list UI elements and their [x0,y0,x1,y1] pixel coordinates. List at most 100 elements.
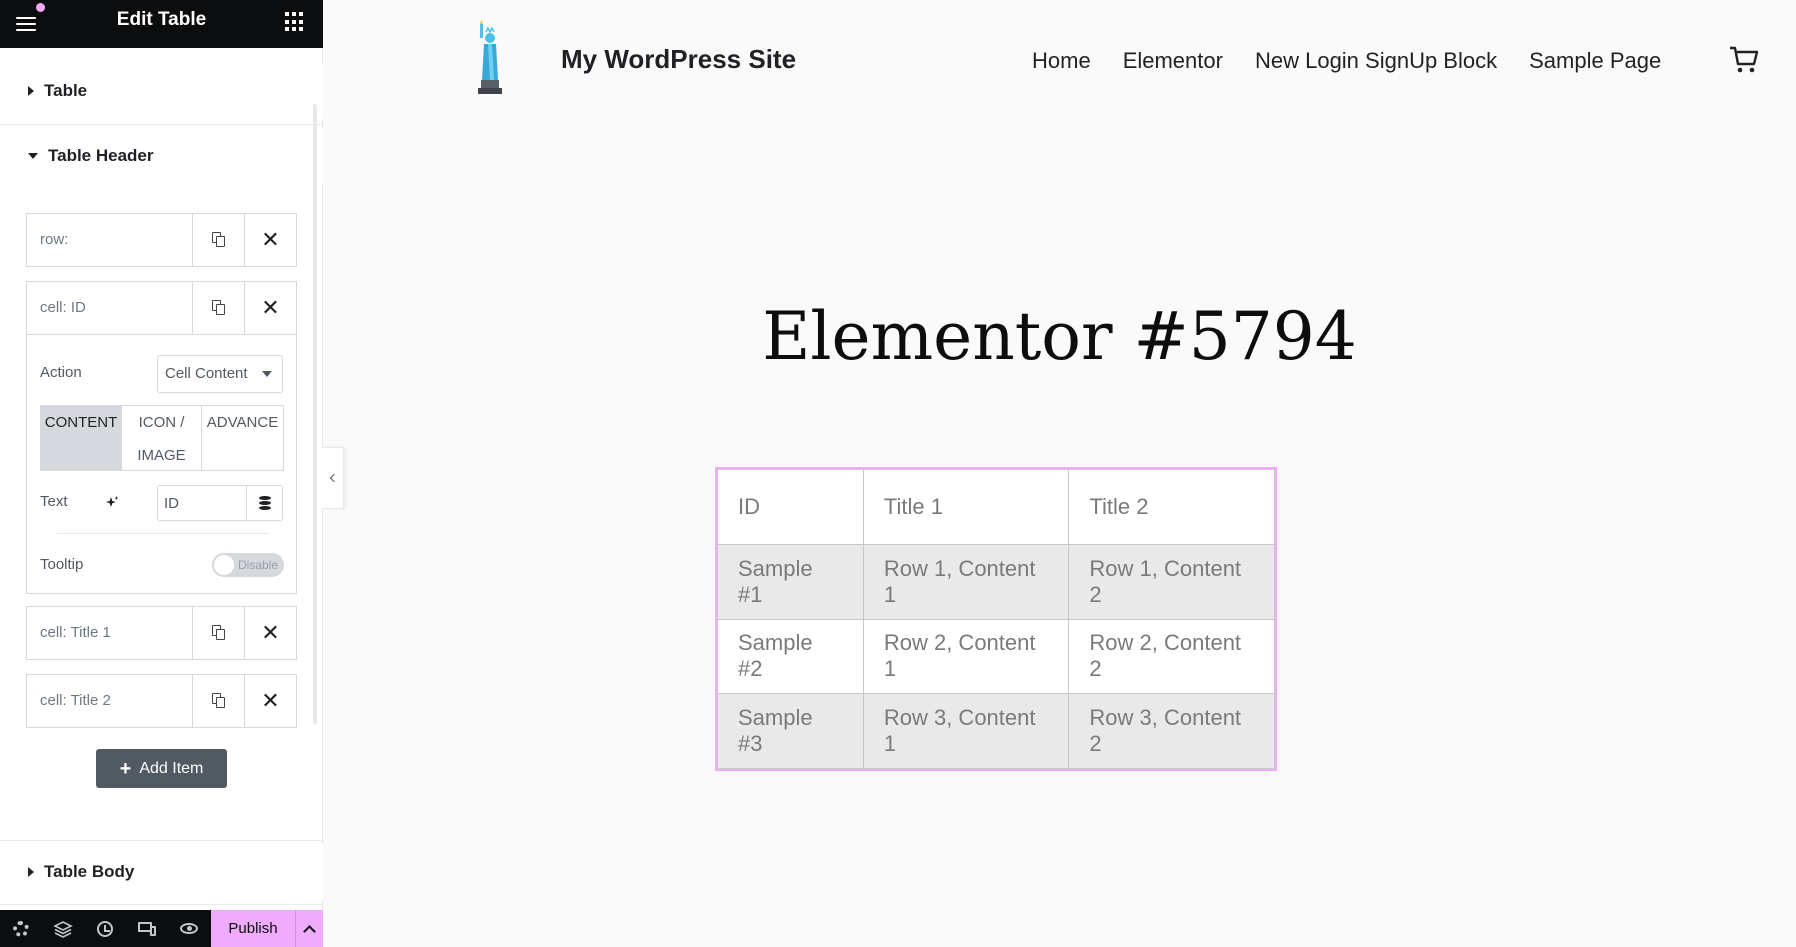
close-icon: ✕ [261,620,280,645]
section-divider [0,124,323,125]
repeater-item-row[interactable]: row: ✕ [26,213,297,267]
caret-down-icon [28,153,38,159]
close-icon: ✕ [261,688,280,713]
section-table-toggle[interactable]: Table [0,63,323,119]
data-table: ID Title 1 Title 2 Sample #1 Row 1, Cont… [717,469,1275,769]
responsive-icon [138,921,156,936]
repeater-item-cell-id[interactable]: cell: ID ✕ [26,281,297,335]
content-tabs: CONTENT ICON / IMAGE ADVANCE [40,405,284,471]
widgets-grid-button[interactable] [285,12,305,32]
tab-icon-image[interactable]: ICON / IMAGE [122,406,202,470]
eye-icon [180,923,198,934]
duplicate-button[interactable] [192,214,244,266]
table-cell: Sample #2 [717,618,864,695]
dynamic-tags-button[interactable] [246,485,283,521]
repeater-item-cell-title-2[interactable]: cell: Title 2 ✕ [26,674,297,728]
nav-new-login-signup-block[interactable]: New Login SignUp Block [1255,48,1497,74]
repeater-item-title[interactable]: row: [40,214,68,266]
grid-icon [285,12,289,16]
history-button[interactable] [84,910,126,947]
tooltip-switch[interactable]: Disable [212,553,284,577]
repeater-item-controls: Action Cell Content CONTENT ICON / IMAGE… [26,335,297,594]
caret-right-icon [28,867,34,877]
section-table-body-toggle[interactable]: Table Body [0,844,323,900]
section-divider [0,840,323,841]
section-divider [0,904,323,905]
close-icon: ✕ [261,227,280,252]
cart-icon[interactable] [1728,44,1760,76]
controls-divider [57,533,269,534]
grid-dot [285,27,289,32]
tooltip-switch-state: Disable [238,558,279,572]
table-cell: Row 1, Content 2 [1068,544,1275,620]
table-cell: Sample #3 [717,693,864,769]
ai-sparkle-icon[interactable] [104,495,120,511]
publish-button[interactable]: Publish [211,910,295,947]
site-logo[interactable] [470,20,510,100]
repeater-item-title[interactable]: cell: Title 2 [40,675,111,727]
tab-advance[interactable]: ADVANCE [202,406,283,470]
table-cell: Row 2, Content 1 [862,618,1070,695]
table-cell: Row 3, Content 1 [862,693,1070,769]
remove-button[interactable]: ✕ [244,675,296,727]
preview-button[interactable] [168,910,210,947]
table-header-cell: ID [717,469,864,545]
table-cell: Row 1, Content 1 [862,544,1070,620]
table-row: Sample #3 Row 3, Content 1 Row 3, Conten… [717,693,1275,769]
text-input[interactable] [157,485,247,521]
duplicate-button[interactable] [192,282,244,334]
copy-icon [211,693,226,709]
add-item-label: Add Item [139,759,204,777]
close-icon: ✕ [261,295,280,320]
panel-scrollbar[interactable] [313,104,317,724]
publish-options-button[interactable] [295,910,323,947]
site-title[interactable]: My WordPress Site [561,44,796,75]
grid-dot [285,19,289,24]
gear-icon [13,920,29,937]
settings-button[interactable] [0,910,42,947]
remove-button[interactable]: ✕ [244,282,296,334]
grid-dot [292,12,296,16]
add-item-button[interactable]: + Add Item [96,749,227,788]
action-select-value: Cell Content [165,365,248,382]
section-table-header-label: Table Header [48,146,154,165]
tooltip-label: Tooltip [40,556,84,573]
nav-home[interactable]: Home [1032,48,1091,74]
table-widget[interactable]: ID Title 1 Title 2 Sample #1 Row 1, Cont… [715,467,1277,771]
responsive-mode-button[interactable] [126,910,168,947]
table-row: Sample #2 Row 2, Content 1 Row 2, Conten… [717,618,1275,695]
switch-knob [214,555,234,575]
grid-dot [292,27,296,32]
navigator-button[interactable] [42,910,84,947]
table-cell: Sample #1 [717,544,864,620]
duplicate-button[interactable] [192,607,244,659]
remove-button[interactable]: ✕ [244,607,296,659]
tab-content[interactable]: CONTENT [41,406,122,470]
panel-title: Edit Table [116,9,207,30]
action-select[interactable]: Cell Content [157,355,283,393]
table-cell: Row 3, Content 2 [1068,693,1275,769]
section-table-body-label: Table Body [44,862,135,881]
copy-icon [211,625,226,641]
repeater-item-title[interactable]: cell: Title 1 [40,607,111,659]
nav-sample-page[interactable]: Sample Page [1529,48,1661,74]
collapse-panel-button[interactable] [322,447,344,509]
duplicate-button[interactable] [192,675,244,727]
table-header-row: ID Title 1 Title 2 [717,469,1275,545]
repeater-item-title[interactable]: cell: ID [40,282,86,334]
nav-elementor[interactable]: Elementor [1123,48,1223,74]
table-header-cell: Title 2 [1068,469,1275,545]
dropdown-arrow-icon [262,371,272,377]
repeater-item-cell-title-1[interactable]: cell: Title 1 ✕ [26,606,297,660]
panel-footer: Publish [0,910,323,947]
caret-right-icon [28,86,34,96]
grid-dot [299,12,303,16]
table-cell: Row 2, Content 2 [1068,618,1275,695]
editor-panel: Edit Table Table Table Header row: ✕ cel… [0,0,323,947]
section-table-label: Table [44,81,88,100]
section-table-header-toggle[interactable]: Table Header [0,128,323,184]
remove-button[interactable]: ✕ [244,214,296,266]
page-title: Elementor #5794 [762,298,1357,375]
panel-header: Edit Table [0,0,323,48]
copy-icon [211,232,226,248]
